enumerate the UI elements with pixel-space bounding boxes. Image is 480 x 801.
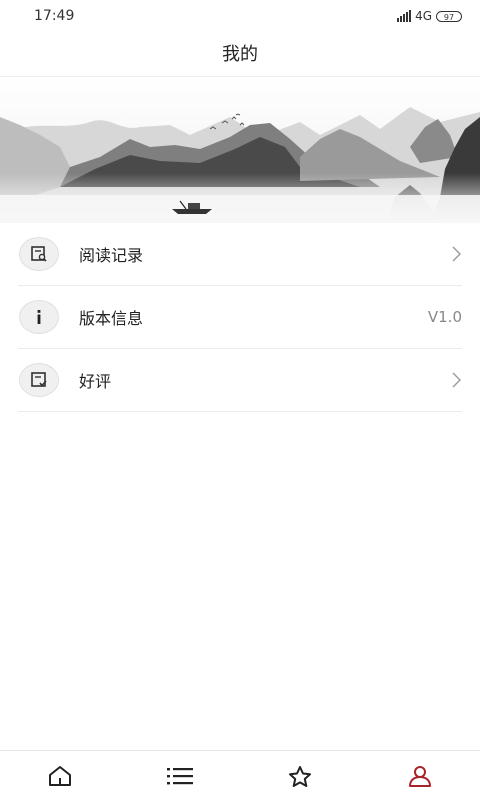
- info-icon: [19, 300, 59, 334]
- review-icon: [19, 363, 59, 397]
- list-icon: [167, 768, 193, 785]
- signal-icon: [397, 10, 412, 22]
- chevron-right-icon: [452, 246, 461, 262]
- status-time: 17:49: [34, 8, 75, 24]
- version-value: V1.0: [427, 308, 462, 326]
- settings-menu: 阅读记录 版本信息 V1.0 好评: [18, 223, 462, 412]
- status-indicators: 4G 97: [397, 9, 462, 23]
- menu-item-reading-record[interactable]: 阅读记录: [18, 223, 462, 286]
- profile-icon: [409, 766, 431, 787]
- tab-list[interactable]: [120, 751, 240, 801]
- tab-home[interactable]: [0, 751, 120, 801]
- battery-icon: 97: [436, 10, 462, 22]
- network-type: 4G: [415, 9, 432, 23]
- banner-image: [0, 77, 480, 223]
- menu-item-label: 阅读记录: [79, 246, 144, 265]
- bottom-tab-bar: [0, 750, 480, 801]
- page-header: 我的: [0, 34, 480, 77]
- status-bar: 17:49 4G 97: [0, 0, 480, 34]
- menu-item-review[interactable]: 好评: [18, 349, 462, 412]
- ink-landscape-image: [0, 77, 480, 223]
- tab-profile[interactable]: [360, 751, 480, 801]
- star-icon: [289, 766, 311, 787]
- menu-item-label: 好评: [79, 372, 112, 391]
- menu-item-label: 版本信息: [79, 309, 144, 328]
- tab-favorites[interactable]: [240, 751, 360, 801]
- menu-item-version-info[interactable]: 版本信息 V1.0: [18, 286, 462, 349]
- reading-record-icon: [19, 237, 59, 271]
- chevron-right-icon: [452, 372, 461, 388]
- page-title: 我的: [222, 44, 258, 65]
- home-icon: [49, 766, 71, 786]
